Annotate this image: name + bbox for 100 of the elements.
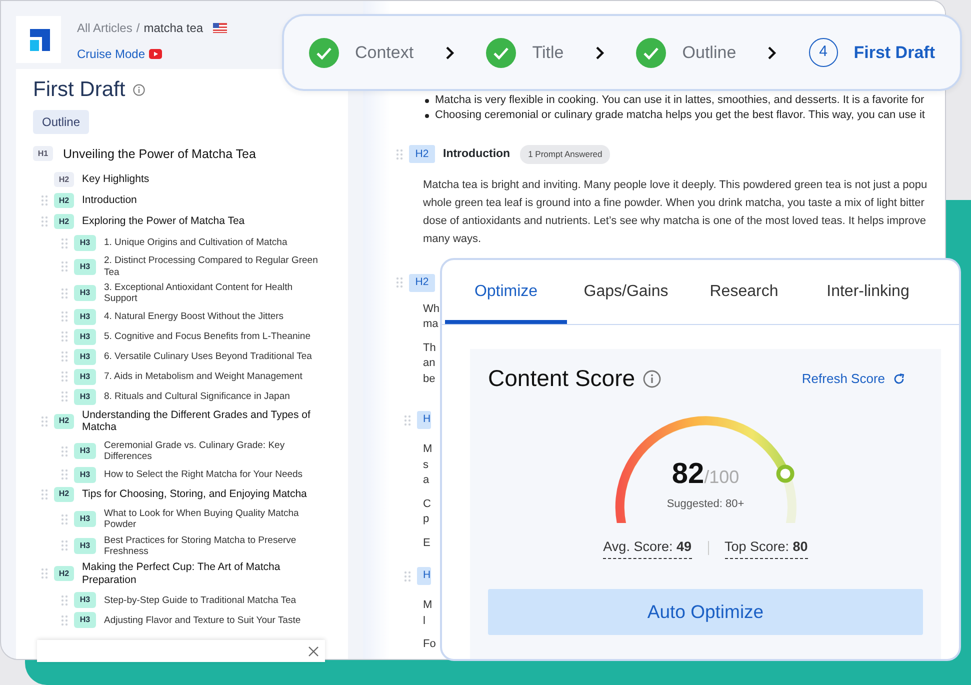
drag-handle-icon[interactable]: [61, 288, 68, 299]
heading-level-badge: H3: [74, 592, 96, 608]
panel-title: First Draft: [33, 77, 126, 102]
drag-handle-icon[interactable]: [61, 311, 68, 322]
heading-level-badge: H3: [74, 368, 96, 385]
drag-handle-icon[interactable]: [404, 570, 411, 582]
paragraph-line: p: [423, 512, 430, 528]
drag-handle-icon[interactable]: [61, 351, 68, 362]
paragraph-line: C: [423, 496, 431, 512]
heading-level-badge: H1: [33, 146, 53, 162]
drag-handle-icon[interactable]: [61, 446, 68, 457]
outline-item[interactable]: Exploring the Power of Matcha Tea: [82, 215, 245, 228]
drag-handle-icon[interactable]: [61, 238, 68, 249]
drag-handle-icon[interactable]: [396, 148, 403, 160]
chevron-icon: [767, 46, 778, 60]
suggested-score: Suggested: 80+: [666, 497, 744, 512]
heading-level-badge: H3: [74, 443, 96, 460]
close-icon[interactable]: [308, 646, 319, 656]
paragraph-line: a: [423, 473, 430, 488]
outline-item[interactable]: 2. Distinct Processing Compared to Regular Green Tea: [104, 255, 328, 278]
outline-item[interactable]: What to Look for When Buying Quality Matcha Powder: [104, 508, 328, 530]
drag-handle-icon[interactable]: [41, 216, 48, 228]
bullet-text: Matcha is very flexible in cooking. You can use it in lattes, smoothies, and desserts. It is a favorite for: [435, 93, 924, 108]
heading-level-badge: H3: [74, 308, 96, 325]
drag-handle-icon[interactable]: [61, 540, 68, 552]
outline-item[interactable]: Best Practices for Storing Matcha to Preserve Freshness: [104, 534, 328, 558]
average-score: Avg. Score: 49: [603, 536, 692, 559]
panel-tab[interactable]: Gaps/Gains: [567, 260, 685, 324]
outline-item[interactable]: 1. Unique Origins and Cultivation of Matcha: [104, 237, 288, 249]
drag-handle-icon[interactable]: [404, 414, 411, 426]
check-icon: [636, 38, 666, 68]
section-heading: Introduction: [443, 146, 510, 162]
drag-handle-icon[interactable]: [61, 514, 68, 525]
heading-level-badge: H2: [54, 193, 74, 208]
refresh-score-button[interactable]: Refresh Score: [802, 369, 905, 389]
refresh-icon: [893, 372, 905, 385]
outline-item[interactable]: Step-by-Step Guide to Traditional Matcha Tea: [104, 594, 296, 606]
heading-level-badge: H3: [74, 235, 96, 252]
heading-level-badge: H3: [74, 612, 96, 628]
panel-tab[interactable]: Optimize: [445, 260, 567, 324]
paragraph-line: Th: [423, 340, 436, 356]
step[interactable]: 4 First Draft: [808, 38, 935, 67]
breadcrumb-link[interactable]: All Articles: [77, 19, 132, 37]
heading-level-badge: H: [417, 411, 431, 430]
outline-item[interactable]: 6. Versatile Culinary Uses Beyond Traditional Tea: [104, 351, 312, 362]
breadcrumb-separator: /: [136, 20, 140, 37]
auto-optimize-button[interactable]: Auto Optimize: [488, 588, 923, 635]
outline-item[interactable]: Making the Perfect Cup: The Art of Matcha Preparation: [82, 561, 328, 586]
bullet-text: Choosing ceremonial or culinary grade matcha helps you get the best flavor. This way, you can use it: [435, 108, 925, 123]
drag-handle-icon[interactable]: [396, 277, 403, 288]
paragraph-line: s: [423, 458, 428, 473]
drag-handle-icon[interactable]: [61, 371, 68, 382]
outline-tab[interactable]: Outline: [33, 110, 90, 134]
outline-item[interactable]: 3. Exceptional Antioxidant Content for Health Support: [104, 282, 328, 305]
heading-level-badge: H2: [54, 172, 74, 188]
card-title: Content Score: [488, 365, 636, 393]
paragraph-line: whole green tea leaf is ground into a fine powder. When you drink matcha, you taste a mix of light bitter: [423, 196, 926, 211]
drag-handle-icon[interactable]: [41, 568, 48, 580]
step[interactable]: Title: [486, 38, 564, 68]
heading-level-badge: H2: [54, 414, 74, 429]
chevron-icon: [444, 46, 455, 60]
outline-item[interactable]: Key Highlights: [82, 173, 150, 186]
drag-handle-icon[interactable]: [41, 195, 48, 206]
outline-item[interactable]: Understanding the Different Grades and Types of Matcha: [82, 408, 328, 434]
status-pill: 1 Prompt Answered: [520, 145, 610, 164]
bullet-icon: [425, 98, 429, 102]
panel-tab[interactable]: Inter-linking: [803, 260, 933, 324]
chevron-icon: [594, 46, 605, 60]
outline-item[interactable]: Adjusting Flavor and Texture to Suit Your Taste: [104, 614, 301, 626]
outline-item[interactable]: Unveiling the Power of Matcha Tea: [63, 146, 256, 161]
outline-item[interactable]: Ceremonial Grade vs. Culinary Grade: Key Differences: [104, 440, 328, 463]
heading-level-badge: H3: [74, 466, 96, 483]
outline-item[interactable]: How to Select the Right Matcha for Your Needs: [104, 469, 303, 480]
drag-handle-icon[interactable]: [61, 331, 68, 342]
outline-item[interactable]: 7. Aids in Metabolism and Weight Management: [104, 371, 302, 382]
drag-handle-icon[interactable]: [61, 261, 68, 272]
outline-item[interactable]: 5. Cognitive and Focus Benefits from L-Theanine: [104, 331, 310, 342]
drag-handle-icon[interactable]: [61, 614, 68, 626]
paragraph-line: ma: [423, 317, 438, 332]
info-icon: [133, 84, 146, 96]
step[interactable]: Context: [309, 38, 414, 68]
paragraph-line: Wh: [423, 302, 440, 317]
breadcrumb-current: matcha tea: [144, 20, 204, 37]
step[interactable]: Outline: [636, 38, 736, 68]
paragraph-line: M: [423, 598, 432, 614]
heading-level-badge: H3: [74, 348, 96, 365]
drag-handle-icon[interactable]: [41, 488, 48, 500]
drag-handle-icon[interactable]: [41, 416, 48, 427]
panel-tab[interactable]: Research: [685, 260, 803, 324]
drag-handle-icon[interactable]: [61, 594, 68, 606]
heading-level-badge: H2: [54, 486, 74, 502]
heading-level-badge: H2: [54, 566, 74, 582]
cruise-mode-link[interactable]: Cruise Mode: [77, 45, 146, 63]
outline-item[interactable]: Tips for Choosing, Storing, and Enjoying Matcha: [82, 488, 307, 501]
outline-item[interactable]: Introduction: [82, 194, 137, 207]
top-score: Top Score: 80: [724, 536, 808, 559]
outline-item[interactable]: 4. Natural Energy Boost Without the Jitters: [104, 311, 284, 322]
drag-handle-icon[interactable]: [61, 469, 68, 480]
outline-item[interactable]: 8. Rituals and Cultural Significance in Japan: [104, 391, 290, 402]
drag-handle-icon[interactable]: [61, 391, 68, 402]
